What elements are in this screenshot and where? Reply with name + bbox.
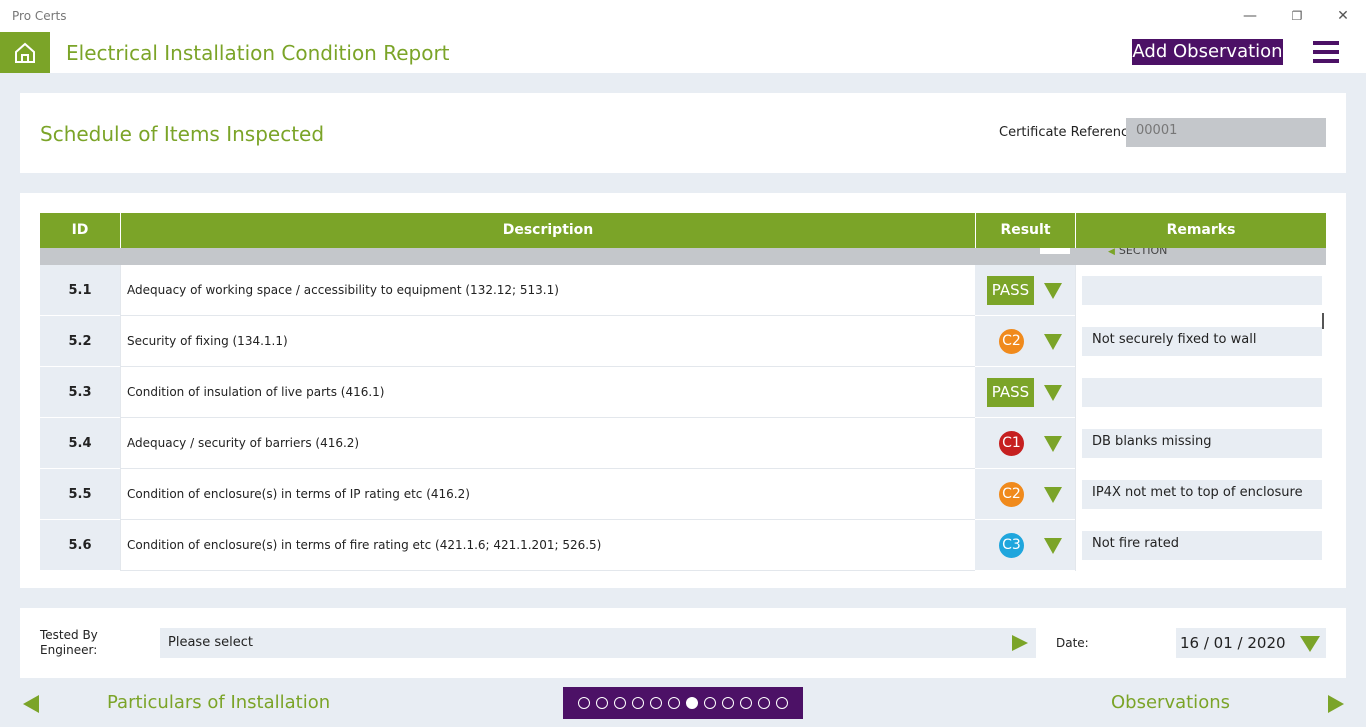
remarks-cell: IP4X not met to top of enclosure [1075,469,1326,520]
table-header: ID Description Result Remarks [40,213,1326,248]
result-cell: C1 [975,418,1075,469]
remarks-input[interactable]: IP4X not met to top of enclosure [1082,480,1322,509]
table-row: 5.6 Condition of enclosure(s) in terms o… [40,520,1326,571]
close-button[interactable]: ✕ [1333,6,1353,26]
row-id: 5.2 [40,316,120,367]
row-id: 5.5 [40,469,120,520]
tested-by-panel: Tested By Engineer: Please select Date: … [20,608,1346,678]
page-dot[interactable] [578,697,590,709]
remarks-input[interactable]: Not securely fixed to wall [1082,327,1322,356]
minimize-button[interactable]: — [1240,6,1260,26]
previous-section-link[interactable]: Particulars of Installation [107,692,330,713]
scrollbar-thumb[interactable] [1322,313,1324,329]
result-dropdown-icon[interactable] [1044,283,1062,299]
result-c2-badge[interactable]: C2 [997,480,1026,509]
page-dot[interactable] [686,697,698,709]
row-id: 5.3 [40,367,120,418]
section-row-partial: SECTION [40,248,1326,265]
certificate-reference-field: 00001 [1126,118,1326,147]
row-description: Condition of enclosure(s) in terms of fi… [120,520,975,571]
page-indicator [563,687,803,719]
remarks-cell [1075,367,1326,418]
page-dot[interactable] [704,697,716,709]
result-dropdown-icon[interactable] [1044,436,1062,452]
schedule-header-panel: Schedule of Items Inspected Certificate … [20,93,1346,173]
app-header: Electrical Installation Condition Report… [0,32,1366,73]
inspection-table-panel: ID Description Result Remarks SECTION 5.… [20,193,1346,588]
result-pass-badge[interactable]: PASS [987,276,1034,305]
row-description: Condition of enclosure(s) in terms of IP… [120,469,975,520]
column-header-id: ID [71,222,89,238]
remarks-cell: DB blanks missing [1075,418,1326,469]
remarks-cell: Not securely fixed to wall [1075,316,1326,367]
window-titlebar: Pro Certs — ❐ ✕ [0,0,1366,32]
add-observation-button[interactable]: Add Observation [1132,39,1283,65]
column-header-result: Result [975,213,1075,248]
result-cell: PASS [975,265,1075,316]
date-label: Date: [1056,636,1089,650]
row-description: Condition of insulation of live parts (4… [120,367,975,418]
result-c1-badge[interactable]: C1 [997,429,1026,458]
row-id: 5.6 [40,520,120,571]
row-description: Adequacy / security of barriers (416.2) [120,418,975,469]
result-cell: C2 [975,316,1075,367]
row-id: 5.4 [40,418,120,469]
section-row-label: SECTION [1108,248,1167,257]
page-dot[interactable] [650,697,662,709]
page-dot[interactable] [740,697,752,709]
page-dot[interactable] [596,697,608,709]
home-button[interactable] [0,32,50,73]
play-arrow-icon [1012,635,1028,651]
result-pass-badge[interactable]: PASS [987,378,1034,407]
column-header-description: Description [120,213,975,248]
page-title: Schedule of Items Inspected [40,122,325,146]
page-dot[interactable] [776,697,788,709]
table-row: 5.3 Condition of insulation of live part… [40,367,1326,418]
date-picker[interactable]: 16 / 01 / 2020 [1176,628,1326,658]
result-c3-badge[interactable]: C3 [997,531,1026,560]
result-cell: PASS [975,367,1075,418]
remarks-input[interactable]: DB blanks missing [1082,429,1322,458]
remarks-cell [1075,265,1326,316]
remarks-cell: Not fire rated [1075,520,1326,571]
page-dot[interactable] [632,697,644,709]
result-dropdown-icon[interactable] [1044,334,1062,350]
page-dot[interactable] [614,697,626,709]
home-icon [15,42,35,63]
remarks-input[interactable]: Not fire rated [1082,531,1322,560]
tested-by-select[interactable]: Please select [160,628,1036,658]
page-dot[interactable] [668,697,680,709]
remarks-input[interactable] [1082,378,1322,407]
chevron-down-icon [1300,636,1320,652]
page-dot[interactable] [722,697,734,709]
table-row: 5.2 Security of fixing (134.1.1) C2 Not … [40,316,1326,367]
table-row: 5.1 Adequacy of working space / accessib… [40,265,1326,316]
window-title: Pro Certs [12,9,67,23]
column-header-remarks: Remarks [1075,213,1326,248]
menu-icon[interactable] [1313,41,1339,65]
certificate-reference-label: Certificate Reference: [999,125,1141,140]
date-value: 16 / 01 / 2020 [1180,634,1286,652]
row-description: Adequacy of working space / accessibilit… [120,265,975,316]
result-c2-badge[interactable]: C2 [997,327,1026,356]
next-section-link[interactable]: Observations [1111,692,1230,713]
app-title: Electrical Installation Condition Report [66,41,450,65]
remarks-input[interactable] [1082,276,1322,305]
result-cell: C2 [975,469,1075,520]
result-dropdown-icon[interactable] [1044,385,1062,401]
table-row: 5.5 Condition of enclosure(s) in terms o… [40,469,1326,520]
result-cell: C3 [975,520,1075,571]
tested-by-label: Tested By Engineer: [40,628,98,657]
row-id: 5.1 [40,265,120,316]
result-dropdown-icon[interactable] [1044,538,1062,554]
page-dot[interactable] [758,697,770,709]
next-arrow-icon[interactable] [1328,695,1344,713]
row-description: Security of fixing (134.1.1) [120,316,975,367]
tested-by-value: Please select [168,635,253,650]
result-dropdown-icon[interactable] [1044,487,1062,503]
restore-button[interactable]: ❐ [1287,6,1307,26]
previous-arrow-icon[interactable] [23,695,39,713]
table-row: 5.4 Adequacy / security of barriers (416… [40,418,1326,469]
